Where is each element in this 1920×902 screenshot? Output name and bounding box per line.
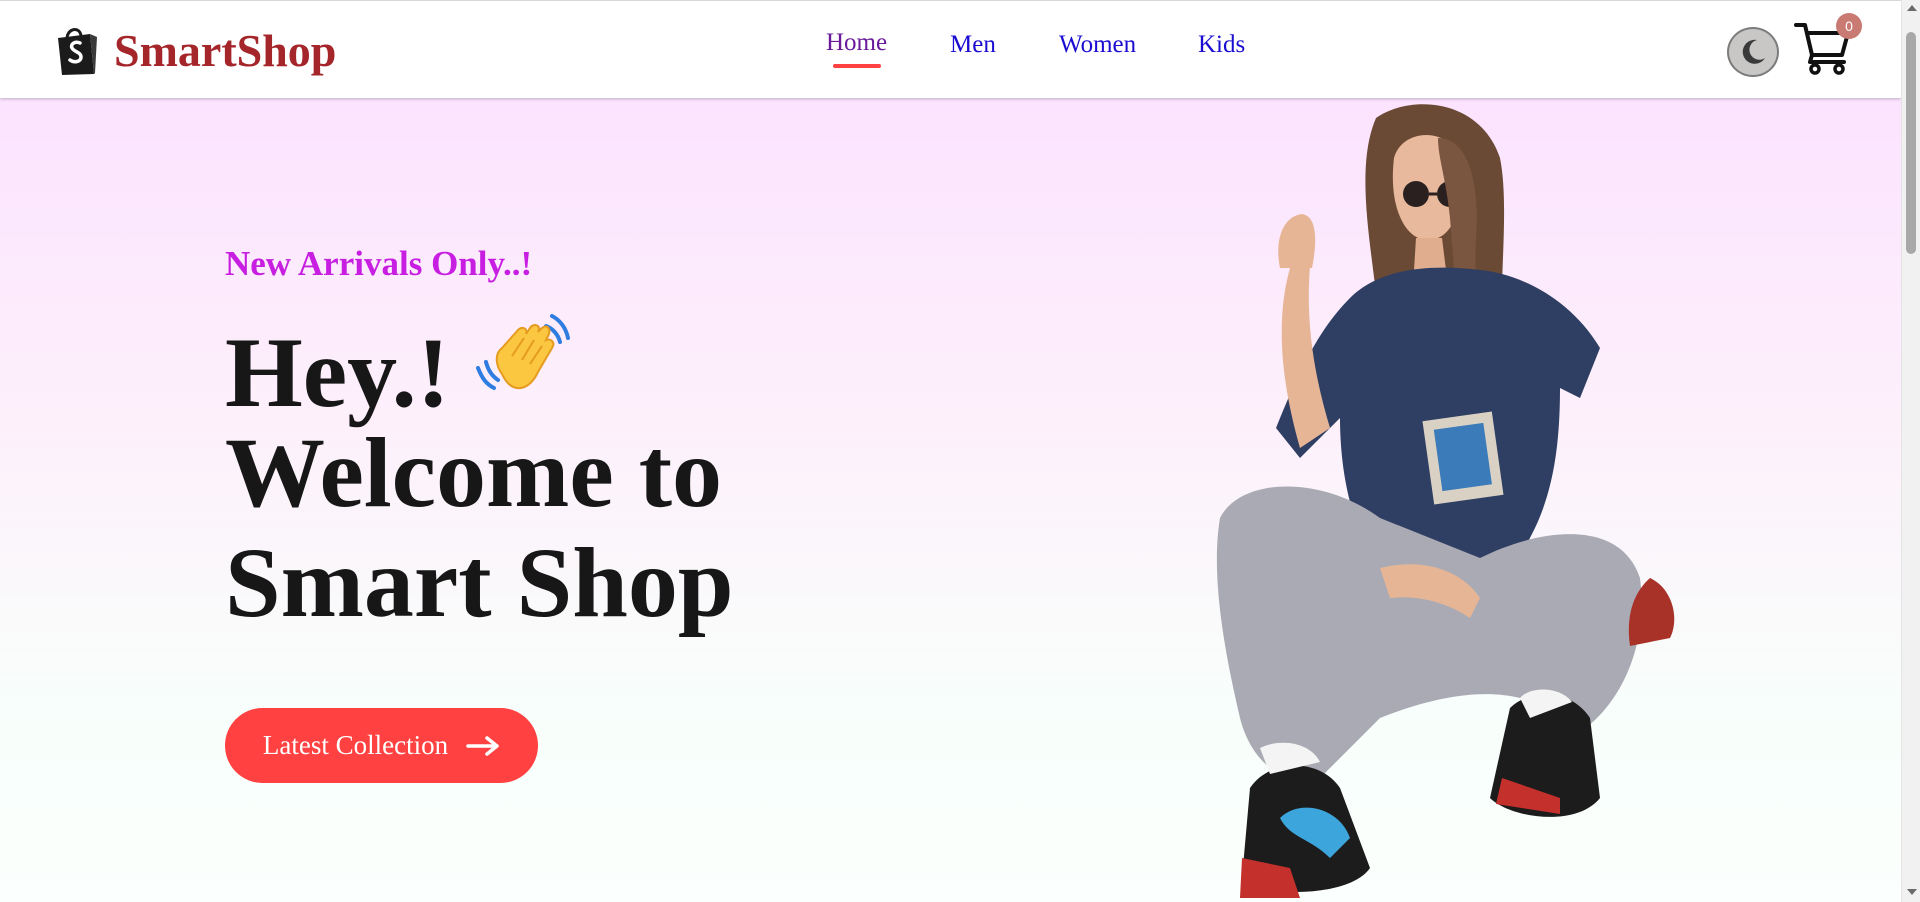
headline-line-3: Smart Shop bbox=[225, 527, 734, 638]
nav-link-women[interactable]: Women bbox=[1059, 31, 1136, 59]
scroll-down-arrow-icon[interactable] bbox=[1907, 889, 1917, 895]
moon-icon bbox=[1742, 39, 1765, 64]
brand-logo[interactable]: SmartShop bbox=[54, 25, 336, 77]
scrollbar-thumb[interactable] bbox=[1906, 32, 1916, 254]
headline-greeting: Hey.! bbox=[225, 317, 450, 428]
brand-name: SmartShop bbox=[114, 25, 337, 76]
nav-link-men[interactable]: Men bbox=[950, 31, 996, 59]
nav-link-home-label: Home bbox=[826, 29, 888, 56]
hero-headline: Hey.! Welcome to Smart Shop bbox=[225, 308, 733, 638]
waving-hand-icon bbox=[475, 314, 570, 390]
shopping-bag-icon bbox=[58, 28, 97, 75]
latest-collection-button[interactable]: Latest Collection bbox=[225, 708, 538, 783]
headline-line-2: Welcome to bbox=[225, 417, 723, 528]
hero-section: New Arrivals Only..! Hey.! Welcome to Sm… bbox=[0, 98, 1901, 902]
vertical-scrollbar[interactable] bbox=[1901, 0, 1920, 902]
theme-toggle-button[interactable] bbox=[1727, 27, 1779, 77]
nav-link-kids[interactable]: Kids bbox=[1198, 31, 1245, 59]
scroll-up-arrow-icon[interactable] bbox=[1907, 5, 1917, 11]
nav-link-home[interactable]: Home bbox=[826, 29, 888, 68]
headline-line-1: Hey.! bbox=[225, 308, 733, 428]
arrow-right-icon bbox=[466, 735, 499, 756]
cart-count-badge: 0 bbox=[1836, 13, 1862, 39]
active-nav-indicator bbox=[833, 64, 881, 68]
hero-tagline: New Arrivals Only..! bbox=[225, 244, 533, 283]
cta-label: Latest Collection bbox=[262, 730, 449, 760]
hero-model-image bbox=[1216, 104, 1675, 898]
navbar: SmartShop Home Men Women Kids 0 bbox=[0, 0, 1901, 98]
page: SmartShop Home Men Women Kids 0 New Arri… bbox=[0, 0, 1901, 902]
